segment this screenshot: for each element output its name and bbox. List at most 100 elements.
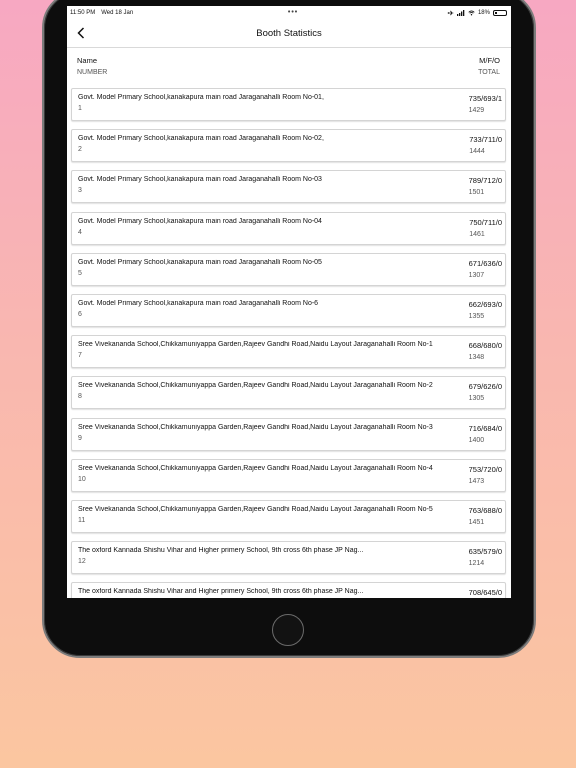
booth-name: Govt. Model Primary School,kanakapura ma… bbox=[78, 176, 322, 184]
booth-number: 3 bbox=[78, 187, 82, 195]
airplane-icon bbox=[447, 10, 454, 15]
battery-percent: 18% bbox=[477, 9, 490, 16]
booth-card-right: 735/693/1 1429 bbox=[469, 94, 502, 120]
booth-name: Sree Vivekananda School,Chikkamuniyappa … bbox=[78, 505, 433, 513]
booth-card-left: Govt. Model Primary School,kanakapura ma… bbox=[78, 135, 461, 161]
booth-name: Sree Vivekananda School,Chikkamuniyappa … bbox=[78, 464, 433, 472]
booth-total: 1473 bbox=[468, 477, 485, 485]
status-date: Wed 18 Jan bbox=[101, 9, 134, 16]
list-header: Name NUMBER M/F/O TOTAL bbox=[67, 48, 511, 88]
booth-number: 5 bbox=[78, 269, 82, 277]
booth-name: Govt. Model Primary School,kanakapura ma… bbox=[78, 135, 324, 143]
booth-mfo: 668/680/0 bbox=[468, 341, 502, 351]
app-screen: 11:50 PM Wed 18 Jan ••• 18% Booth Statist… bbox=[67, 6, 511, 598]
booth-card[interactable]: The oxford Kannada Shishu Vihar and High… bbox=[71, 541, 506, 575]
booth-number: 9 bbox=[78, 434, 82, 442]
booth-total: 1429 bbox=[468, 107, 485, 114]
booth-card-left: The oxford Kannada Shishu Vihar and High… bbox=[78, 588, 461, 598]
booth-number: 7 bbox=[78, 352, 82, 360]
header-number-label: NUMBER bbox=[77, 69, 108, 76]
booth-card[interactable]: Sree Vivekananda School,Chikkamuniyappa … bbox=[71, 458, 506, 492]
status-bar: 11:50 PM Wed 18 Jan ••• 18% bbox=[67, 6, 511, 19]
booth-total: 1214 bbox=[468, 560, 485, 568]
booth-total: 1355 bbox=[468, 312, 485, 320]
status-left: 11:50 PM Wed 18 Jan bbox=[70, 10, 139, 16]
booth-card-left: Sree Vivekananda School,Chikkamuniyappa … bbox=[78, 424, 461, 450]
booth-card-right: 668/680/0 1348 bbox=[469, 341, 502, 367]
booth-number: 12 bbox=[78, 558, 86, 566]
booth-mfo: 753/720/0 bbox=[468, 464, 502, 474]
booth-card-right: 635/579/0 1214 bbox=[469, 547, 502, 573]
booth-card-left: Govt. Model Primary School,kanakapura ma… bbox=[78, 259, 461, 285]
booth-card-left: Sree Vivekananda School,Chikkamuniyappa … bbox=[78, 341, 461, 367]
booth-card-left: Govt. Model Primary School,kanakapura ma… bbox=[78, 94, 461, 120]
booth-card-right: 708/645/0 bbox=[469, 588, 502, 598]
chevron-left-icon bbox=[77, 27, 85, 39]
booth-card[interactable]: Govt. Model Primary School,kanakapura ma… bbox=[71, 252, 506, 286]
booth-card-left: Sree Vivekananda School,Chikkamuniyappa … bbox=[78, 506, 461, 532]
booth-mfo: 671/636/0 bbox=[468, 258, 502, 268]
booth-card-right: 750/711/0 1461 bbox=[469, 218, 502, 244]
booth-card-right: 679/626/0 1305 bbox=[469, 382, 502, 408]
booth-card[interactable]: Sree Vivekananda School,Chikkamuniyappa … bbox=[71, 335, 506, 369]
status-time: 11:50 PM bbox=[70, 9, 96, 16]
navigation-bar: Booth Statistics bbox=[67, 19, 511, 48]
booth-card[interactable]: Sree Vivekananda School,Chikkamuniyappa … bbox=[71, 417, 506, 451]
page-title: Booth Statistics bbox=[256, 27, 322, 39]
header-name-label: Name bbox=[77, 56, 98, 65]
booth-number: 10 bbox=[78, 475, 86, 483]
booth-card[interactable]: Sree Vivekananda School,Chikkamuniyappa … bbox=[71, 376, 506, 410]
booth-card-left: Govt. Model Primary School,kanakapura ma… bbox=[78, 176, 461, 202]
booth-card-left: Govt. Model Primary School,kanakapura ma… bbox=[78, 218, 461, 244]
booth-name: Govt. Model Primary School,kanakapura ma… bbox=[78, 94, 324, 101]
wifi-icon bbox=[468, 9, 475, 15]
booth-mfo: 789/712/0 bbox=[468, 176, 502, 186]
booth-card-right: 716/684/0 1400 bbox=[469, 424, 502, 450]
booth-card[interactable]: The oxford Kannada Shishu Vihar and High… bbox=[71, 582, 506, 598]
booth-name: Govt. Model Primary School,kanakapura ma… bbox=[78, 299, 319, 307]
booth-mfo: 763/688/0 bbox=[468, 505, 502, 515]
booth-name: Govt. Model Primary School,kanakapura ma… bbox=[78, 217, 322, 225]
booth-card[interactable]: Govt. Model Primary School,kanakapura ma… bbox=[71, 293, 506, 327]
booth-number: 2 bbox=[78, 146, 82, 154]
booth-mfo: 635/579/0 bbox=[468, 547, 502, 557]
booth-mfo: 735/693/1 bbox=[468, 94, 502, 103]
booth-card-left: Govt. Model Primary School,kanakapura ma… bbox=[78, 300, 461, 326]
booth-card-right: 671/636/0 1307 bbox=[469, 259, 502, 285]
booth-total: 1305 bbox=[468, 395, 485, 403]
booth-total: 1444 bbox=[469, 148, 485, 156]
booth-name: Govt. Model Primary School,kanakapura ma… bbox=[78, 258, 322, 266]
booth-mfo: 750/711/0 bbox=[469, 217, 502, 227]
booth-mfo: 716/684/0 bbox=[468, 423, 502, 433]
booth-card-right: 753/720/0 1473 bbox=[469, 465, 502, 491]
booth-card-left: Sree Vivekananda School,Chikkamuniyappa … bbox=[78, 465, 461, 491]
battery-icon bbox=[492, 9, 507, 16]
booth-card[interactable]: Sree Vivekananda School,Chikkamuniyappa … bbox=[71, 499, 506, 533]
booth-total: 1451 bbox=[468, 518, 485, 526]
status-right: 18% bbox=[447, 9, 507, 16]
booth-card[interactable]: Govt. Model Primary School,kanakapura ma… bbox=[71, 211, 506, 245]
booth-card-left: Sree Vivekananda School,Chikkamuniyappa … bbox=[78, 382, 461, 408]
booth-card[interactable]: Govt. Model Primary School,kanakapura ma… bbox=[71, 129, 506, 163]
booth-name: Sree Vivekananda School,Chikkamuniyappa … bbox=[78, 341, 433, 349]
booth-number: 6 bbox=[78, 310, 82, 318]
signal-icon bbox=[456, 9, 465, 16]
booth-name: Sree Vivekananda School,Chikkamuniyappa … bbox=[78, 382, 433, 390]
booth-card[interactable]: Govt. Model Primary School,kanakapura ma… bbox=[71, 88, 506, 121]
booth-total: 1501 bbox=[468, 189, 485, 197]
booth-card[interactable]: Govt. Model Primary School,kanakapura ma… bbox=[71, 170, 506, 204]
booth-total: 1461 bbox=[469, 230, 485, 238]
header-mfo-label: M/F/O bbox=[479, 56, 500, 65]
booth-mfo: 679/626/0 bbox=[468, 382, 502, 392]
booth-mfo: 733/711/0 bbox=[469, 135, 502, 145]
booth-number: 4 bbox=[78, 228, 82, 236]
back-button[interactable] bbox=[73, 25, 89, 41]
home-button[interactable] bbox=[272, 614, 304, 646]
multitask-dots[interactable]: ••• bbox=[288, 9, 298, 16]
booth-number: 8 bbox=[78, 393, 82, 401]
header-left: Name NUMBER bbox=[77, 56, 107, 88]
booth-mfo: 662/693/0 bbox=[468, 299, 502, 309]
booth-card-right: 662/693/0 1355 bbox=[469, 300, 502, 326]
booth-card-right: 733/711/0 1444 bbox=[469, 135, 502, 161]
header-total-label: TOTAL bbox=[478, 69, 500, 76]
